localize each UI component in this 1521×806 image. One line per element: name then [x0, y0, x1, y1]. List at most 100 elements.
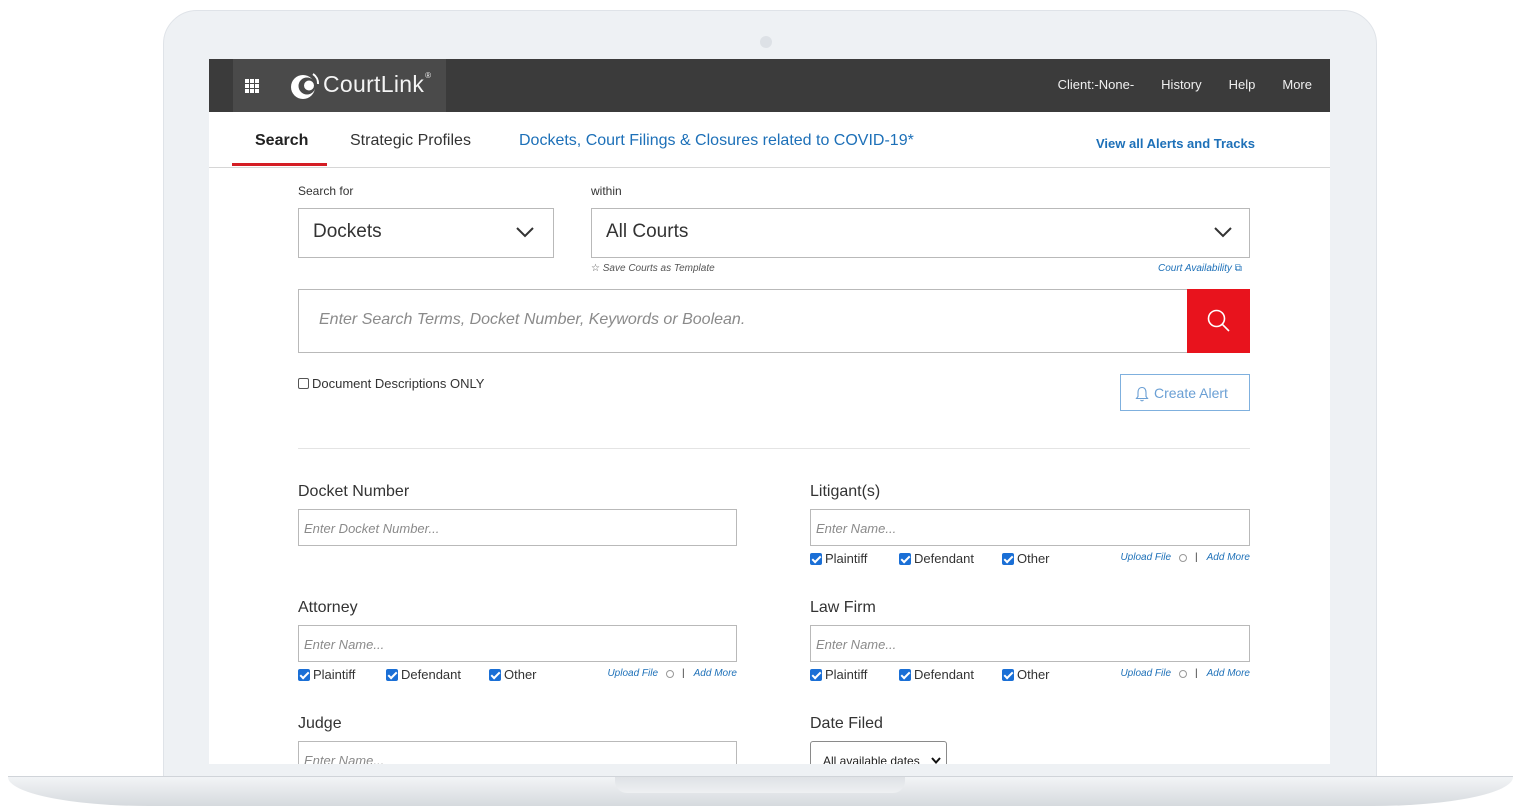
law-firm-other-option[interactable]: Other: [1002, 667, 1050, 682]
attorney-label: Attorney: [298, 599, 358, 616]
other-checkbox[interactable]: [1002, 668, 1014, 681]
doc-desc-only-option[interactable]: Document Descriptions ONLY: [298, 376, 484, 391]
top-bar: CourtLink® Client:-None- History Help Mo…: [209, 59, 1330, 112]
attorney-party-options: Plaintiff Defendant Other Upload File | …: [298, 667, 737, 683]
attorney-defendant-option[interactable]: Defendant: [386, 667, 461, 682]
app-grid-icon[interactable]: [245, 79, 259, 93]
date-filed-value: All available dates: [823, 754, 920, 764]
search-icon: [1207, 309, 1230, 332]
link-separator: |: [1195, 668, 1198, 679]
app-screen: CourtLink® Client:-None- History Help Mo…: [209, 59, 1330, 764]
create-alert-button[interactable]: Create Alert: [1120, 374, 1250, 411]
doc-desc-only-label: Document Descriptions ONLY: [312, 376, 485, 391]
nav-more[interactable]: More: [1282, 77, 1312, 92]
docket-number-label: Docket Number: [298, 483, 410, 500]
doc-desc-only-checkbox[interactable]: [298, 378, 309, 389]
law-firm-placeholder: Enter Name...: [816, 637, 897, 652]
nav-client[interactable]: Client:-None-: [1058, 77, 1135, 92]
other-label: Other: [504, 667, 537, 682]
upload-file-link[interactable]: Upload File: [1120, 668, 1171, 679]
registered-mark: ®: [425, 71, 432, 80]
judge-label: Judge: [298, 715, 342, 732]
defendant-checkbox[interactable]: [386, 668, 398, 681]
judge-placeholder: Enter Name...: [304, 753, 385, 764]
chevron-down-icon: [931, 757, 941, 764]
info-icon[interactable]: [1179, 669, 1188, 678]
add-more-link[interactable]: Add More: [694, 668, 737, 679]
plaintiff-checkbox[interactable]: [810, 668, 822, 681]
link-separator: |: [682, 668, 685, 679]
court-availability-link[interactable]: Court Availability ⧉: [1158, 263, 1242, 274]
plaintiff-label: Plaintiff: [825, 667, 868, 682]
defendant-checkbox[interactable]: [899, 552, 911, 565]
law-firm-defendant-option[interactable]: Defendant: [899, 667, 974, 682]
other-label: Other: [1017, 667, 1050, 682]
link-separator: |: [1195, 552, 1198, 563]
nav-help[interactable]: Help: [1229, 77, 1256, 92]
docket-number-placeholder: Enter Docket Number...: [304, 521, 440, 536]
other-checkbox[interactable]: [489, 668, 501, 681]
chevron-down-icon: [1214, 227, 1232, 238]
litigants-placeholder: Enter Name...: [816, 521, 897, 536]
tab-strategic-profiles[interactable]: Strategic Profiles: [350, 132, 471, 150]
search-button[interactable]: [1187, 289, 1250, 353]
litigants-links: Upload File | Add More: [1120, 552, 1250, 563]
litigants-plaintiff-option[interactable]: Plaintiff: [810, 551, 867, 566]
search-for-select[interactable]: Dockets: [298, 208, 554, 258]
attorney-links: Upload File | Add More: [607, 668, 737, 679]
litigants-other-option[interactable]: Other: [1002, 551, 1050, 566]
search-input[interactable]: Enter Search Terms, Docket Number, Keywo…: [298, 289, 1188, 353]
defendant-label: Defendant: [401, 667, 461, 682]
info-icon[interactable]: [1179, 553, 1188, 562]
attorney-other-option[interactable]: Other: [489, 667, 537, 682]
attorney-plaintiff-option[interactable]: Plaintiff: [298, 667, 355, 682]
active-tab-indicator: [232, 163, 327, 166]
litigants-defendant-option[interactable]: Defendant: [899, 551, 974, 566]
section-divider: [298, 448, 1250, 449]
judge-input[interactable]: Enter Name...: [298, 741, 737, 764]
law-firm-plaintiff-option[interactable]: Plaintiff: [810, 667, 867, 682]
other-checkbox[interactable]: [1002, 552, 1014, 565]
camera: [760, 36, 772, 48]
search-placeholder: Enter Search Terms, Docket Number, Keywo…: [319, 311, 746, 328]
search-for-value: Dockets: [313, 221, 382, 242]
date-filed-select[interactable]: All available dates: [810, 741, 947, 764]
within-value: All Courts: [606, 221, 689, 242]
tab-covid-link[interactable]: Dockets, Court Filings & Closures relate…: [519, 132, 914, 150]
info-icon[interactable]: [666, 669, 675, 678]
litigants-input[interactable]: Enter Name...: [810, 509, 1250, 546]
search-for-label: Search for: [298, 184, 354, 198]
defendant-checkbox[interactable]: [899, 668, 911, 681]
date-filed-label: Date Filed: [810, 715, 883, 732]
save-template-link[interactable]: ☆ Save Courts as Template: [591, 263, 715, 274]
view-alerts-link[interactable]: View all Alerts and Tracks: [1096, 136, 1255, 151]
defendant-label: Defendant: [914, 551, 974, 566]
litigants-label: Litigant(s): [810, 483, 881, 500]
plaintiff-checkbox[interactable]: [298, 668, 310, 681]
within-select[interactable]: All Courts: [591, 208, 1250, 258]
docket-number-input[interactable]: Enter Docket Number...: [298, 509, 737, 546]
plaintiff-checkbox[interactable]: [810, 552, 822, 565]
law-firm-party-options: Plaintiff Defendant Other Upload File | …: [810, 667, 1250, 683]
create-alert-label: Create Alert: [1154, 385, 1228, 401]
nav-history[interactable]: History: [1161, 77, 1201, 92]
bell-icon: [1135, 386, 1149, 402]
brand-name: CourtLink®: [323, 71, 432, 97]
laptop-notch: [615, 777, 905, 793]
save-template-label: Save Courts as Template: [602, 263, 715, 274]
law-firm-input[interactable]: Enter Name...: [810, 625, 1250, 662]
plaintiff-label: Plaintiff: [313, 667, 356, 682]
add-more-link[interactable]: Add More: [1207, 552, 1250, 563]
court-availability-label: Court Availability: [1158, 263, 1232, 274]
litigants-party-options: Plaintiff Defendant Other Upload File | …: [810, 551, 1250, 567]
defendant-label: Defendant: [914, 667, 974, 682]
add-more-link[interactable]: Add More: [1207, 668, 1250, 679]
tab-search[interactable]: Search: [255, 132, 308, 150]
attorney-input[interactable]: Enter Name...: [298, 625, 737, 662]
external-link-icon: ⧉: [1234, 263, 1242, 274]
law-firm-links: Upload File | Add More: [1120, 668, 1250, 679]
upload-file-link[interactable]: Upload File: [1120, 552, 1171, 563]
chevron-down-icon: [516, 227, 534, 238]
upload-file-link[interactable]: Upload File: [607, 668, 658, 679]
other-label: Other: [1017, 551, 1050, 566]
